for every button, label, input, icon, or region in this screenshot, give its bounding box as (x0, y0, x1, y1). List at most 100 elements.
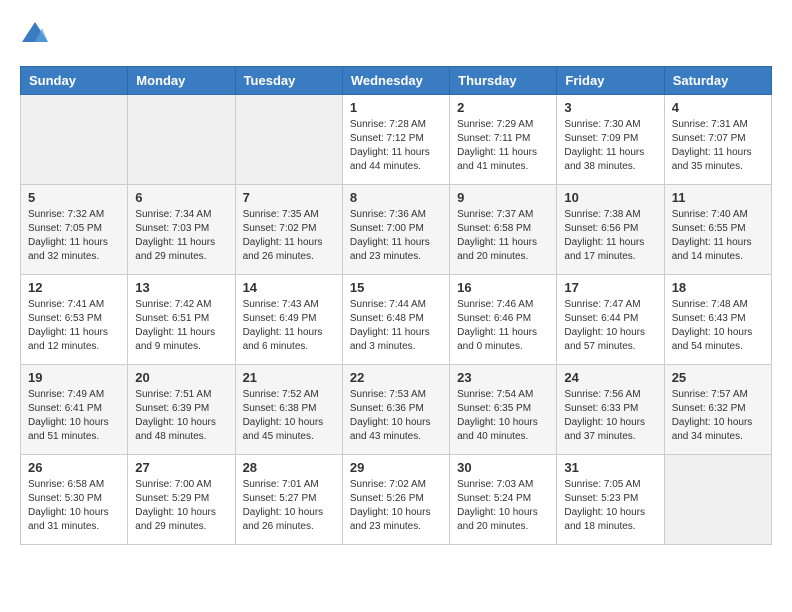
day-cell: 16 Sunrise: 7:46 AM Sunset: 6:46 PM Dayli… (450, 275, 557, 365)
day-number: 20 (135, 370, 227, 385)
day-number: 21 (243, 370, 335, 385)
day-cell: 25 Sunrise: 7:57 AM Sunset: 6:32 PM Dayli… (664, 365, 771, 455)
calendar-header-row: SundayMondayTuesdayWednesdayThursdayFrid… (21, 67, 772, 95)
day-info: Sunrise: 7:44 AM Sunset: 6:48 PM Dayligh… (350, 298, 442, 354)
day-cell: 10Sunrise: 7:38 AM Sunset: 6:56 PM Dayli… (557, 185, 664, 275)
day-info: Sunrise: 7:03 AM Sunset: 5:24 PM Dayligh… (457, 478, 549, 534)
day-number: 26 (28, 460, 120, 475)
day-cell: 15 Sunrise: 7:44 AM Sunset: 6:48 PM Dayli… (342, 275, 449, 365)
day-cell (128, 95, 235, 185)
day-number: 29 (350, 460, 442, 475)
day-info: Sunrise: 7:00 AM Sunset: 5:29 PM Dayligh… (135, 478, 227, 534)
day-info: Sunrise: 7:28 AM Sunset: 7:12 PM Dayligh… (350, 118, 442, 174)
day-info: Sunrise: 7:47 AM Sunset: 6:44 PM Dayligh… (564, 298, 656, 354)
day-number: 8 (350, 190, 442, 205)
day-number: 24 (564, 370, 656, 385)
day-number: 23 (457, 370, 549, 385)
day-number: 19 (28, 370, 120, 385)
day-info: Sunrise: 7:52 AM Sunset: 6:38 PM Dayligh… (243, 388, 335, 444)
day-number: 1 (350, 100, 442, 115)
logo (20, 20, 54, 50)
day-cell: 17 Sunrise: 7:47 AM Sunset: 6:44 PM Dayli… (557, 275, 664, 365)
day-info: Sunrise: 7:37 AM Sunset: 6:58 PM Dayligh… (457, 208, 549, 264)
week-row-5: 26 Sunrise: 6:58 AM Sunset: 5:30 PM Dayli… (21, 455, 772, 545)
day-number: 15 (350, 280, 442, 295)
day-info: Sunrise: 7:31 AM Sunset: 7:07 PM Dayligh… (672, 118, 764, 174)
header-sunday: Sunday (21, 67, 128, 95)
header-saturday: Saturday (664, 67, 771, 95)
day-info: Sunrise: 7:56 AM Sunset: 6:33 PM Dayligh… (564, 388, 656, 444)
day-cell: 7 Sunrise: 7:35 AM Sunset: 7:02 PM Daylig… (235, 185, 342, 275)
day-cell: 21 Sunrise: 7:52 AM Sunset: 6:38 PM Dayli… (235, 365, 342, 455)
day-info: Sunrise: 7:51 AM Sunset: 6:39 PM Dayligh… (135, 388, 227, 444)
day-cell: 29 Sunrise: 7:02 AM Sunset: 5:26 PM Dayli… (342, 455, 449, 545)
header-wednesday: Wednesday (342, 67, 449, 95)
day-cell: 5 Sunrise: 7:32 AM Sunset: 7:05 PM Daylig… (21, 185, 128, 275)
day-number: 18 (672, 280, 764, 295)
day-number: 27 (135, 460, 227, 475)
day-info: Sunrise: 7:30 AM Sunset: 7:09 PM Dayligh… (564, 118, 656, 174)
day-info: Sunrise: 7:43 AM Sunset: 6:49 PM Dayligh… (243, 298, 335, 354)
header-friday: Friday (557, 67, 664, 95)
day-info: Sunrise: 7:46 AM Sunset: 6:46 PM Dayligh… (457, 298, 549, 354)
day-cell: 23 Sunrise: 7:54 AM Sunset: 6:35 PM Dayli… (450, 365, 557, 455)
day-info: Sunrise: 7:29 AM Sunset: 7:11 PM Dayligh… (457, 118, 549, 174)
week-row-4: 19 Sunrise: 7:49 AM Sunset: 6:41 PM Dayli… (21, 365, 772, 455)
day-info: Sunrise: 7:36 AM Sunset: 7:00 PM Dayligh… (350, 208, 442, 264)
day-number: 2 (457, 100, 549, 115)
day-cell: 24 Sunrise: 7:56 AM Sunset: 6:33 PM Dayli… (557, 365, 664, 455)
week-row-2: 5 Sunrise: 7:32 AM Sunset: 7:05 PM Daylig… (21, 185, 772, 275)
day-cell: 19 Sunrise: 7:49 AM Sunset: 6:41 PM Dayli… (21, 365, 128, 455)
day-cell: 4Sunrise: 7:31 AM Sunset: 7:07 PM Daylig… (664, 95, 771, 185)
day-number: 6 (135, 190, 227, 205)
day-info: Sunrise: 7:35 AM Sunset: 7:02 PM Dayligh… (243, 208, 335, 264)
day-info: Sunrise: 7:02 AM Sunset: 5:26 PM Dayligh… (350, 478, 442, 534)
day-info: Sunrise: 7:32 AM Sunset: 7:05 PM Dayligh… (28, 208, 120, 264)
day-number: 5 (28, 190, 120, 205)
day-cell: 22 Sunrise: 7:53 AM Sunset: 6:36 PM Dayli… (342, 365, 449, 455)
day-info: Sunrise: 6:58 AM Sunset: 5:30 PM Dayligh… (28, 478, 120, 534)
header-thursday: Thursday (450, 67, 557, 95)
logo-icon (20, 20, 50, 50)
day-number: 13 (135, 280, 227, 295)
day-cell: 8 Sunrise: 7:36 AM Sunset: 7:00 PM Daylig… (342, 185, 449, 275)
day-info: Sunrise: 7:48 AM Sunset: 6:43 PM Dayligh… (672, 298, 764, 354)
day-number: 22 (350, 370, 442, 385)
day-number: 28 (243, 460, 335, 475)
day-cell: 13 Sunrise: 7:42 AM Sunset: 6:51 PM Dayli… (128, 275, 235, 365)
day-info: Sunrise: 7:34 AM Sunset: 7:03 PM Dayligh… (135, 208, 227, 264)
day-info: Sunrise: 7:54 AM Sunset: 6:35 PM Dayligh… (457, 388, 549, 444)
day-number: 12 (28, 280, 120, 295)
week-row-3: 12 Sunrise: 7:41 AM Sunset: 6:53 PM Dayli… (21, 275, 772, 365)
day-info: Sunrise: 7:57 AM Sunset: 6:32 PM Dayligh… (672, 388, 764, 444)
day-number: 3 (564, 100, 656, 115)
day-cell: 6 Sunrise: 7:34 AM Sunset: 7:03 PM Daylig… (128, 185, 235, 275)
day-cell: 28 Sunrise: 7:01 AM Sunset: 5:27 PM Dayli… (235, 455, 342, 545)
day-cell: 18 Sunrise: 7:48 AM Sunset: 6:43 PM Dayli… (664, 275, 771, 365)
day-cell: 20 Sunrise: 7:51 AM Sunset: 6:39 PM Dayli… (128, 365, 235, 455)
day-info: Sunrise: 7:38 AM Sunset: 6:56 PM Dayligh… (564, 208, 656, 264)
day-info: Sunrise: 7:49 AM Sunset: 6:41 PM Dayligh… (28, 388, 120, 444)
day-info: Sunrise: 7:40 AM Sunset: 6:55 PM Dayligh… (672, 208, 764, 264)
day-cell (664, 455, 771, 545)
week-row-1: 1 Sunrise: 7:28 AM Sunset: 7:12 PM Daylig… (21, 95, 772, 185)
day-info: Sunrise: 7:42 AM Sunset: 6:51 PM Dayligh… (135, 298, 227, 354)
day-number: 25 (672, 370, 764, 385)
day-cell: 26 Sunrise: 6:58 AM Sunset: 5:30 PM Dayli… (21, 455, 128, 545)
day-info: Sunrise: 7:05 AM Sunset: 5:23 PM Dayligh… (564, 478, 656, 534)
day-number: 7 (243, 190, 335, 205)
day-info: Sunrise: 7:53 AM Sunset: 6:36 PM Dayligh… (350, 388, 442, 444)
day-cell: 30 Sunrise: 7:03 AM Sunset: 5:24 PM Dayli… (450, 455, 557, 545)
day-cell: 9 Sunrise: 7:37 AM Sunset: 6:58 PM Daylig… (450, 185, 557, 275)
day-number: 30 (457, 460, 549, 475)
day-number: 16 (457, 280, 549, 295)
day-cell: 1 Sunrise: 7:28 AM Sunset: 7:12 PM Daylig… (342, 95, 449, 185)
day-cell: 3 Sunrise: 7:30 AM Sunset: 7:09 PM Daylig… (557, 95, 664, 185)
day-number: 17 (564, 280, 656, 295)
header-tuesday: Tuesday (235, 67, 342, 95)
day-number: 9 (457, 190, 549, 205)
day-info: Sunrise: 7:01 AM Sunset: 5:27 PM Dayligh… (243, 478, 335, 534)
day-cell: 27 Sunrise: 7:00 AM Sunset: 5:29 PM Dayli… (128, 455, 235, 545)
page-header (20, 20, 772, 50)
day-info: Sunrise: 7:41 AM Sunset: 6:53 PM Dayligh… (28, 298, 120, 354)
